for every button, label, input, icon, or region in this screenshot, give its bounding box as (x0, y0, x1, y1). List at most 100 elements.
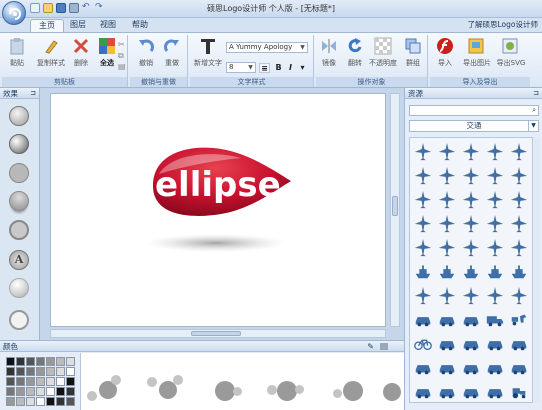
color-swatch[interactable] (36, 377, 45, 386)
car-icon[interactable] (436, 332, 458, 354)
font-size-select[interactable]: 8 ▼ (226, 62, 256, 73)
tab-view[interactable]: 视图 (92, 19, 124, 32)
about-link[interactable]: 了解硕思Logo设计师 (468, 19, 538, 30)
effect-swatch[interactable] (9, 106, 29, 126)
airplane-icon[interactable] (484, 236, 506, 258)
effect-swatch[interactable] (9, 278, 29, 298)
logo-artwork[interactable]: ellipse (51, 94, 387, 328)
truck-icon[interactable] (484, 308, 506, 330)
car-icon[interactable] (460, 380, 482, 402)
group-button[interactable]: 群组 (400, 37, 426, 68)
color-swatch[interactable] (6, 397, 15, 406)
new-text-button[interactable]: 新增文字 (193, 37, 223, 68)
color-swatch[interactable] (6, 357, 15, 366)
color-swatch[interactable] (16, 387, 25, 396)
rotate-button[interactable]: 翻转 (342, 37, 368, 68)
airplane-icon[interactable] (460, 188, 482, 210)
color-swatch[interactable] (66, 357, 75, 366)
color-swatch[interactable] (66, 387, 75, 396)
ship-icon[interactable] (460, 260, 482, 282)
car-icon[interactable] (484, 380, 506, 402)
redo-button[interactable]: 重做 (159, 37, 185, 68)
tab-help[interactable]: 帮助 (124, 19, 156, 32)
car-icon[interactable] (484, 356, 506, 378)
select-all-button[interactable]: 全选 (94, 37, 120, 68)
effect-swatch[interactable] (9, 134, 29, 154)
car-icon[interactable] (436, 356, 458, 378)
color-swatch[interactable] (6, 377, 15, 386)
color-preview-icon[interactable] (380, 343, 388, 350)
color-swatch[interactable] (46, 397, 55, 406)
export-image-button[interactable]: 导出图片 (460, 37, 494, 68)
ship-icon[interactable] (412, 260, 434, 282)
resource-search-input[interactable]: ⌕ (409, 105, 539, 116)
airplane-icon[interactable] (412, 284, 434, 306)
scroll-thumb[interactable] (392, 196, 398, 216)
airplane-icon[interactable] (484, 188, 506, 210)
airplane-icon[interactable] (508, 236, 530, 258)
airplane-icon[interactable] (412, 188, 434, 210)
import-button[interactable]: 导入 (432, 37, 458, 68)
font-select[interactable]: A Yummy Apology ▼ (226, 42, 308, 53)
color-swatch[interactable] (56, 357, 65, 366)
bicycle-icon[interactable] (412, 332, 434, 354)
vertical-scrollbar[interactable] (390, 93, 400, 327)
paste-button[interactable]: 黏贴 (4, 37, 30, 68)
airplane-icon[interactable] (460, 284, 482, 306)
export-svg-button[interactable]: 导出SVG (494, 37, 528, 68)
color-swatch[interactable] (36, 357, 45, 366)
car-icon[interactable] (436, 308, 458, 330)
airplane-icon[interactable] (460, 140, 482, 162)
airplane-icon[interactable] (412, 212, 434, 234)
airplane-icon[interactable] (460, 212, 482, 234)
color-swatch[interactable] (16, 377, 25, 386)
color-swatch[interactable] (56, 397, 65, 406)
airplane-icon[interactable] (484, 140, 506, 162)
copy-style-button[interactable]: 复制样式 (34, 37, 68, 68)
color-swatch[interactable] (6, 367, 15, 376)
color-swatch[interactable] (56, 387, 65, 396)
opacity-button[interactable]: 不透明度 (368, 37, 398, 68)
color-swatch[interactable] (26, 367, 35, 376)
color-swatch[interactable] (46, 357, 55, 366)
airplane-icon[interactable] (412, 140, 434, 162)
car-icon[interactable] (412, 308, 434, 330)
scroll-thumb[interactable] (191, 331, 241, 336)
circle-preset[interactable] (331, 373, 369, 410)
car-icon[interactable] (460, 332, 482, 354)
circle-preset[interactable] (207, 373, 245, 410)
color-swatch[interactable] (6, 387, 15, 396)
airplane-icon[interactable] (436, 164, 458, 186)
color-swatch[interactable] (16, 367, 25, 376)
airplane-icon[interactable] (436, 284, 458, 306)
airplane-icon[interactable] (508, 284, 530, 306)
car-icon[interactable] (460, 308, 482, 330)
ship-icon[interactable] (508, 260, 530, 282)
color-swatch[interactable] (46, 387, 55, 396)
airplane-icon[interactable] (508, 212, 530, 234)
circle-preset[interactable] (87, 373, 125, 410)
airplane-icon[interactable] (436, 236, 458, 258)
car-icon[interactable] (484, 332, 506, 354)
color-swatch[interactable] (26, 377, 35, 386)
color-swatch[interactable] (56, 367, 65, 376)
color-swatch[interactable] (26, 357, 35, 366)
color-swatch[interactable] (26, 387, 35, 396)
mirror-button[interactable]: 镜像 (316, 37, 342, 68)
eyedropper-icon[interactable]: ✎ (367, 341, 374, 352)
bold-button[interactable]: B (273, 63, 284, 73)
italic-button[interactable]: I (285, 63, 296, 73)
pin-icon[interactable]: ⊐ (30, 88, 36, 99)
text-color-icon[interactable]: ▾ (297, 63, 308, 73)
color-swatch[interactable] (46, 367, 55, 376)
ship-icon[interactable] (484, 260, 506, 282)
color-swatch[interactable] (66, 367, 75, 376)
airplane-icon[interactable] (436, 140, 458, 162)
tab-layers[interactable]: 图层 (62, 19, 94, 32)
delete-button[interactable]: 删除 (68, 37, 94, 68)
color-swatch[interactable] (36, 387, 45, 396)
color-swatch[interactable] (26, 397, 35, 406)
car-icon[interactable] (436, 380, 458, 402)
tab-home[interactable]: 主页 (30, 19, 64, 32)
car-icon[interactable] (508, 332, 530, 354)
